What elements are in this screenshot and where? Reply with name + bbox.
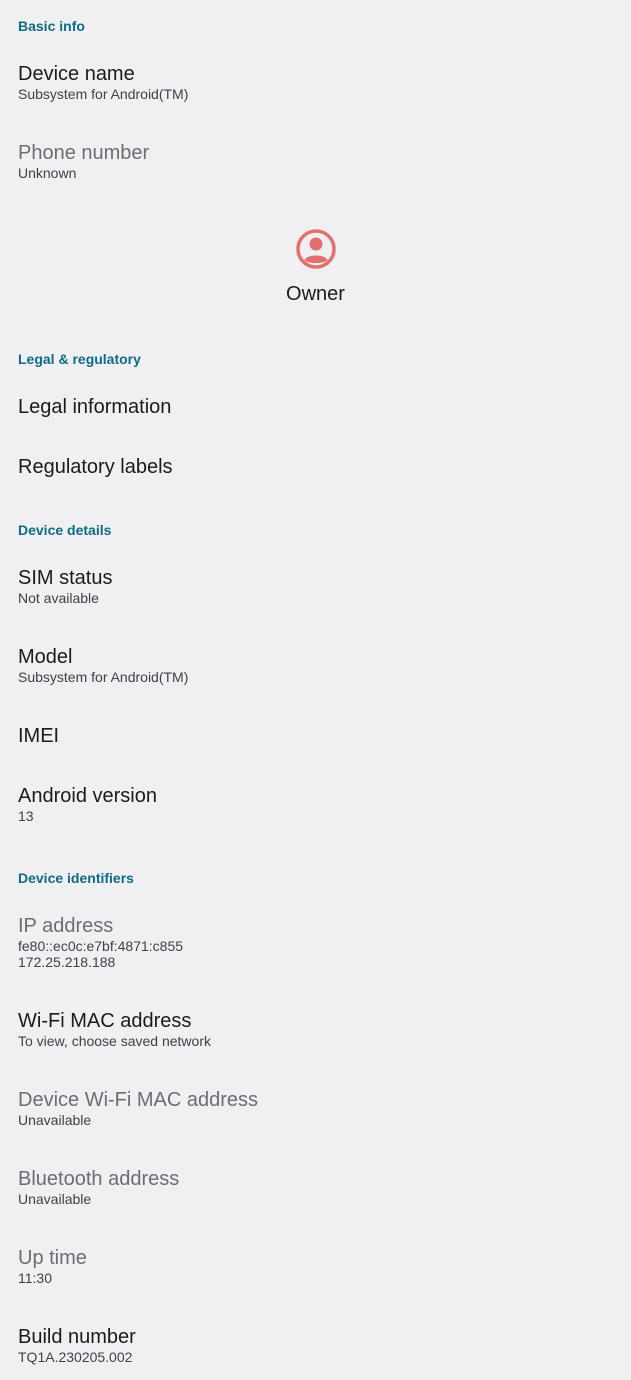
model-summary: Subsystem for Android(TM) bbox=[18, 669, 189, 685]
android-version-item[interactable]: Android version 13 bbox=[18, 784, 613, 824]
up-time-item: Up time 11:30 bbox=[18, 1246, 613, 1286]
regulatory-labels-item[interactable]: Regulatory labels bbox=[18, 455, 613, 479]
ip-address-item: IP address fe80::ec0c:e7bf:4871:c855 172… bbox=[18, 914, 613, 970]
model-item[interactable]: Model Subsystem for Android(TM) bbox=[18, 645, 613, 685]
device-wifi-mac-summary: Unavailable bbox=[18, 1112, 92, 1128]
phone-number-title: Phone number bbox=[18, 142, 150, 164]
sim-status-title: SIM status bbox=[18, 567, 113, 589]
up-time-title: Up time bbox=[18, 1247, 87, 1269]
regulatory-labels-title: Regulatory labels bbox=[18, 456, 173, 478]
section-header-device-details: Device details bbox=[18, 522, 112, 538]
up-time-summary: 11:30 bbox=[18, 1270, 52, 1286]
android-version-title: Android version bbox=[18, 785, 157, 807]
device-wifi-mac-title: Device Wi-Fi MAC address bbox=[18, 1089, 259, 1111]
wifi-mac-title: Wi-Fi MAC address bbox=[18, 1010, 192, 1032]
account-circle-icon bbox=[295, 229, 336, 269]
owner-label: Owner bbox=[286, 283, 345, 305]
device-name-item[interactable]: Device name Subsystem for Android(TM) bbox=[18, 62, 613, 102]
bluetooth-address-summary: Unavailable bbox=[18, 1191, 92, 1207]
phone-number-summary: Unknown bbox=[18, 165, 77, 181]
section-header-basic-info: Basic info bbox=[18, 18, 85, 34]
ip-address-line-1: fe80::ec0c:e7bf:4871:c855 bbox=[18, 938, 184, 954]
wifi-mac-summary: To view, choose saved network bbox=[18, 1033, 211, 1049]
model-title: Model bbox=[18, 646, 73, 668]
android-version-summary: 13 bbox=[18, 808, 34, 824]
build-number-summary: TQ1A.230205.002 bbox=[18, 1349, 133, 1365]
phone-number-item: Phone number Unknown bbox=[18, 141, 613, 181]
ip-address-line-2: 172.25.218.188 bbox=[18, 954, 116, 970]
legal-information-title: Legal information bbox=[18, 396, 172, 418]
bluetooth-address-item: Bluetooth address Unavailable bbox=[18, 1167, 613, 1207]
device-wifi-mac-item: Device Wi-Fi MAC address Unavailable bbox=[18, 1088, 613, 1128]
wifi-mac-item[interactable]: Wi-Fi MAC address To view, choose saved … bbox=[18, 1009, 613, 1049]
section-header-legal: Legal & regulatory bbox=[18, 351, 141, 367]
device-name-title: Device name bbox=[18, 63, 135, 85]
imei-item[interactable]: IMEI bbox=[18, 724, 613, 748]
about-device-page: Basic info Device name Subsystem for And… bbox=[0, 0, 631, 1380]
owner-entry[interactable]: Owner bbox=[0, 228, 631, 306]
bluetooth-address-title: Bluetooth address bbox=[18, 1168, 180, 1190]
sim-status-item[interactable]: SIM status Not available bbox=[18, 566, 613, 606]
ip-address-title: IP address bbox=[18, 915, 114, 937]
section-header-device-identifiers: Device identifiers bbox=[18, 870, 134, 886]
device-name-summary: Subsystem for Android(TM) bbox=[18, 86, 189, 102]
legal-information-item[interactable]: Legal information bbox=[18, 395, 613, 419]
build-number-item[interactable]: Build number TQ1A.230205.002 bbox=[18, 1325, 613, 1365]
imei-title: IMEI bbox=[18, 725, 60, 747]
build-number-title: Build number bbox=[18, 1326, 136, 1348]
sim-status-summary: Not available bbox=[18, 590, 99, 606]
